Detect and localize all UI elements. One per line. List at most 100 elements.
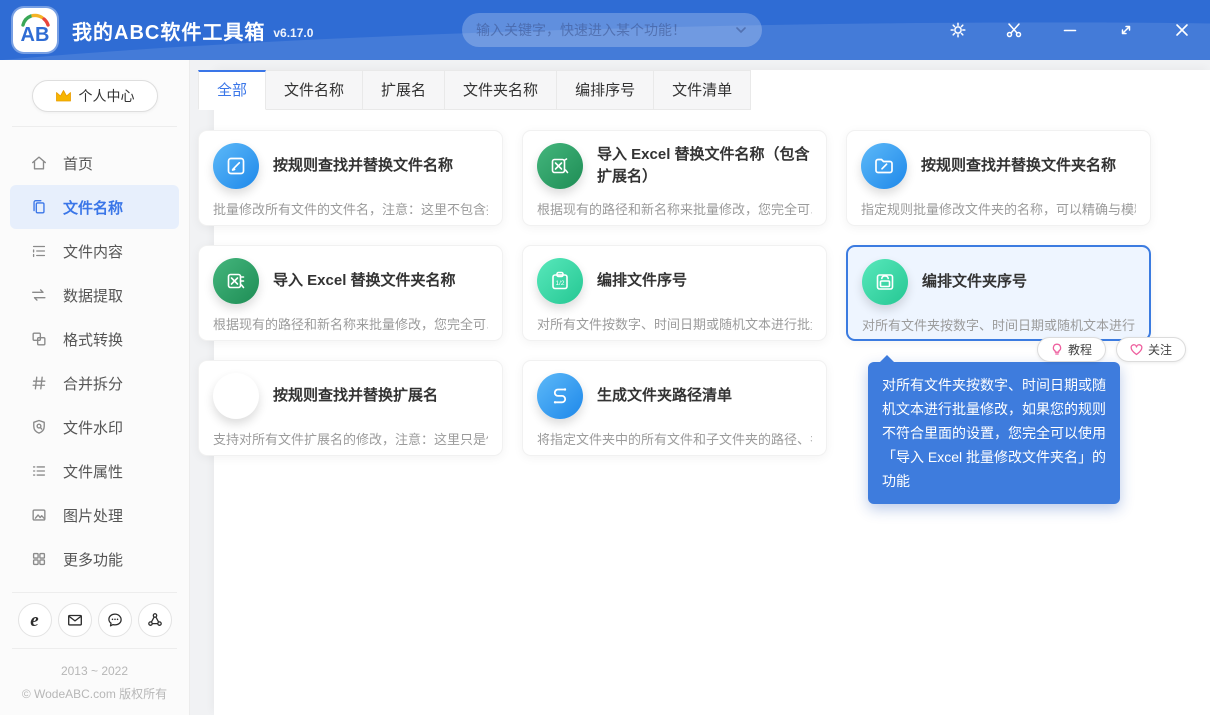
sidebar-item-format-convert[interactable]: 格式转换 xyxy=(0,317,189,361)
sidebar-divider xyxy=(12,592,177,593)
app-title: 我的ABC软件工具箱 xyxy=(72,21,266,44)
sidebar-nav: 首页 文件名称 文件内容 数据提取 格式转换 合并拆分 文件水印 文件属性 图片… xyxy=(0,141,189,581)
tab-file-list[interactable]: 文件清单 xyxy=(654,70,752,110)
file-attributes-icon xyxy=(30,462,48,480)
excel-icon xyxy=(537,143,583,189)
sidebar-item-home[interactable]: 首页 xyxy=(0,141,189,185)
sidebar-item-watermark[interactable]: 文件水印 xyxy=(0,405,189,449)
category-tabs: 全部 文件名称 扩展名 文件夹名称 编排序号 文件清单 xyxy=(198,70,752,110)
edit-file-icon xyxy=(213,143,259,189)
active-card-actions: 教程 关注 xyxy=(1036,337,1186,362)
tooltip-text: 对所有文件夹按数字、时间日期或随机文本进行批量修改，如果您的规则不符合里面的设置… xyxy=(882,377,1107,489)
crown-icon xyxy=(55,90,71,102)
sidebar-divider xyxy=(12,648,177,649)
tab-extension[interactable]: 扩展名 xyxy=(363,70,446,110)
chat-bubble-icon[interactable] xyxy=(97,603,132,637)
scissors-screenshot-icon[interactable] xyxy=(1003,19,1025,41)
format-convert-icon xyxy=(30,330,48,348)
copyright: 2013 ~ 2022 © WodeABC.com 版权所有 xyxy=(0,660,189,706)
card-excel-replace-file-name[interactable]: 导入 Excel 替换文件名称（包含扩展名） 根据现有的路径和新名称来批量修改，… xyxy=(522,130,827,226)
app-window: AB 我的ABC软件工具箱 v6.17.0 输入关键字，快速进入某个功能！ 个人… xyxy=(0,0,1210,715)
card-description: 对所有文件按数字、时间日期或随机文本进行批量修 xyxy=(537,317,812,332)
sidebar: 个人中心 首页 文件名称 文件内容 数据提取 格式转换 合并拆分 文件水印 文件… xyxy=(0,60,190,715)
search-input[interactable]: 输入关键字，快速进入某个功能！ xyxy=(462,13,762,47)
sidebar-item-label: 合并拆分 xyxy=(63,375,124,393)
card-replace-file-name[interactable]: 按规则查找并替换文件名称 批量修改所有文件的文件名，注意：这里不包含扩展 xyxy=(198,130,503,226)
card-description: 将指定文件夹中的所有文件和子文件夹的路径、名称 xyxy=(537,432,812,447)
card-title: 导入 Excel 替换文件名称（包含扩展名） xyxy=(597,145,810,186)
personal-center-button[interactable]: 个人中心 xyxy=(31,80,158,112)
card-title: 按规则查找并替换文件夹名称 xyxy=(921,156,1117,174)
card-description: 支持对所有文件扩展名的修改，注意：这里只是修改 xyxy=(213,432,488,447)
sidebar-item-label: 图片处理 xyxy=(63,507,124,525)
sidebar-item-label: 文件内容 xyxy=(63,243,124,261)
follow-label: 关注 xyxy=(1147,343,1172,357)
sidebar-item-file-attributes[interactable]: 文件属性 xyxy=(0,449,189,493)
tutorial-button[interactable]: 教程 xyxy=(1036,337,1106,362)
clipboard-number-icon: 1/2 xyxy=(537,258,583,304)
mail-envelope-icon[interactable] xyxy=(57,603,92,637)
tab-all[interactable]: 全部 xyxy=(198,70,267,110)
grid-more-icon xyxy=(30,550,48,568)
tab-folder-name[interactable]: 文件夹名称 xyxy=(445,70,558,110)
puzzle-icon xyxy=(213,373,259,419)
tutorial-label: 教程 xyxy=(1067,343,1092,357)
close-icon[interactable] xyxy=(1171,19,1193,41)
card-excel-replace-folder-name[interactable]: 导入 Excel 替换文件夹名称 根据现有的路径和新名称来批量修改，您完全可以利 xyxy=(198,245,503,341)
merge-split-icon xyxy=(30,374,48,392)
card-file-serial-number[interactable]: 1/2 编排文件序号 对所有文件按数字、时间日期或随机文本进行批量修 xyxy=(522,245,827,341)
sidebar-item-more-features[interactable]: 更多功能 xyxy=(0,537,189,581)
card-description: 批量修改所有文件的文件名，注意：这里不包含扩展 xyxy=(213,202,488,217)
card-title: 编排文件序号 xyxy=(597,271,688,289)
card-description: 指定规则批量修改文件夹的名称，可以精确与模糊查 xyxy=(861,202,1136,217)
sidebar-item-label: 文件名称 xyxy=(63,199,124,217)
browser-e-icon[interactable]: e xyxy=(17,603,52,637)
sidebar-item-image-processing[interactable]: 图片处理 xyxy=(0,493,189,537)
sidebar-divider xyxy=(12,126,177,127)
data-extract-icon xyxy=(30,286,48,304)
card-title: 导入 Excel 替换文件夹名称 xyxy=(273,271,456,289)
card-replace-extension[interactable]: 按规则查找并替换扩展名 支持对所有文件扩展名的修改，注意：这里只是修改 xyxy=(198,360,503,456)
card-replace-folder-name[interactable]: 按规则查找并替换文件夹名称 指定规则批量修改文件夹的名称，可以精确与模糊查 xyxy=(846,130,1151,226)
card-title: 生成文件夹路径清单 xyxy=(597,386,733,404)
lightbulb-icon xyxy=(1051,343,1063,356)
folder-edit-icon xyxy=(861,143,907,189)
card-title: 编排文件夹序号 xyxy=(922,272,1028,290)
card-description: 对所有文件夹按数字、时间日期或随机文本进行批量 xyxy=(862,318,1135,333)
follow-button[interactable]: 关注 xyxy=(1115,337,1186,362)
folder-tray-icon xyxy=(862,259,908,305)
tab-file-name[interactable]: 文件名称 xyxy=(266,70,364,110)
minimize-icon[interactable] xyxy=(1059,19,1081,41)
card-folder-serial-number[interactable]: 编排文件夹序号 对所有文件夹按数字、时间日期或随机文本进行批量 xyxy=(846,245,1151,341)
file-name-icon xyxy=(30,198,48,216)
sidebar-item-data-extract[interactable]: 数据提取 xyxy=(0,273,189,317)
sidebar-item-merge-split[interactable]: 合并拆分 xyxy=(0,361,189,405)
sidebar-item-label: 首页 xyxy=(63,155,94,173)
sidebar-item-file-name[interactable]: 文件名称 xyxy=(10,185,179,229)
image-icon xyxy=(30,506,48,524)
card-description: 根据现有的路径和新名称来批量修改，您完全可以利 xyxy=(213,317,488,332)
sidebar-item-label: 数据提取 xyxy=(63,287,124,305)
sidebar-item-label: 文件属性 xyxy=(63,463,124,481)
ab-logo-icon: AB xyxy=(21,13,50,46)
tab-serial-number[interactable]: 编排序号 xyxy=(557,70,655,110)
sidebar-item-file-content[interactable]: 文件内容 xyxy=(0,229,189,273)
card-title: 按规则查找并替换扩展名 xyxy=(273,386,439,404)
app-version: v6.17.0 xyxy=(273,26,314,40)
share-network-icon[interactable] xyxy=(137,603,172,637)
card-title: 按规则查找并替换文件名称 xyxy=(273,156,454,174)
resize-maximize-icon[interactable] xyxy=(1115,19,1137,41)
card-folder-path-list[interactable]: 生成文件夹路径清单 将指定文件夹中的所有文件和子文件夹的路径、名称 xyxy=(522,360,827,456)
excel-icon xyxy=(213,258,259,304)
sidebar-item-label: 更多功能 xyxy=(63,551,124,569)
personal-center-label: 个人中心 xyxy=(78,88,135,104)
svg-text:AB: AB xyxy=(21,24,50,46)
settings-gear-icon[interactable] xyxy=(947,19,969,41)
search-placeholder: 输入关键字，快速进入某个功能！ xyxy=(476,22,686,38)
sidebar-item-label: 文件水印 xyxy=(63,419,124,437)
svg-text:1/2: 1/2 xyxy=(555,280,564,287)
main-area: 全部 文件名称 扩展名 文件夹名称 编排序号 文件清单 按规则查找并替换文件名称… xyxy=(190,60,1210,715)
app-logo: AB xyxy=(13,8,57,52)
file-content-icon xyxy=(30,242,48,260)
chevron-down-icon[interactable] xyxy=(734,23,748,37)
